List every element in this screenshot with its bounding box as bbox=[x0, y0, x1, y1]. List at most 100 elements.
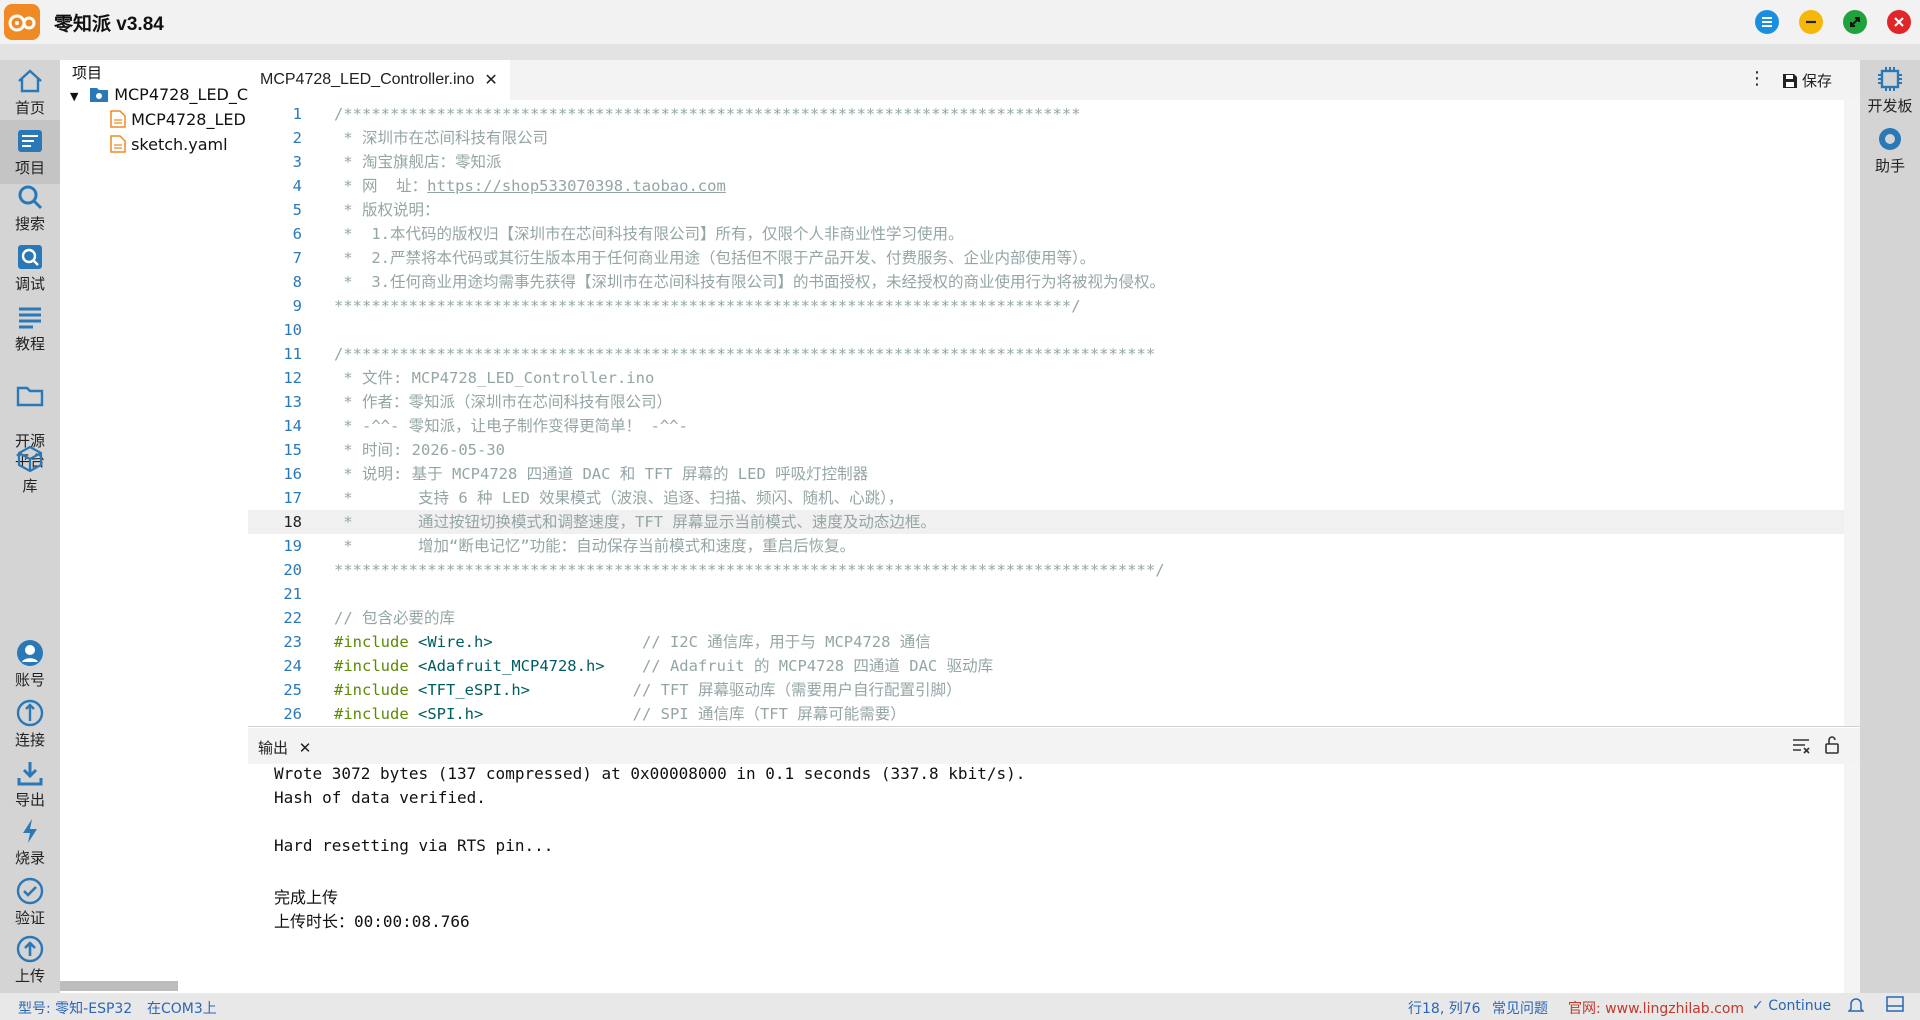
port-status[interactable]: 在COM3上 bbox=[147, 998, 217, 1018]
chevron-down-icon[interactable]: ▼ bbox=[70, 90, 84, 103]
code-token: ****************************************… bbox=[334, 561, 1165, 579]
folder-icon bbox=[90, 88, 109, 102]
nav-board[interactable]: 开发板 bbox=[1860, 64, 1920, 116]
website-link[interactable]: 官网: www.lingzhilab.com bbox=[1568, 998, 1744, 1018]
line-number: 4 bbox=[292, 177, 302, 195]
code-text: * 说明: 基于 MCP4728 四通道 DAC 和 TFT 屏幕的 LED 呼… bbox=[334, 462, 868, 486]
nav-account[interactable]: 账号 bbox=[0, 638, 60, 690]
panel-toggle-icon[interactable] bbox=[1886, 996, 1904, 1016]
line-number: 8 bbox=[292, 273, 302, 291]
line-number: 22 bbox=[283, 609, 302, 627]
code-line[interactable]: 22 // 包含必要的库 bbox=[248, 606, 1844, 630]
code-line[interactable]: 25 #include <TFT_eSPI.h> // TFT 屏幕驱动库（需要用… bbox=[248, 678, 1844, 702]
close-icon[interactable]: ✕ bbox=[484, 70, 497, 90]
code-line[interactable]: 18 * 通过按钮切换模式和调整速度，TFT 屏幕显示当前模式、速度及动态边框。 bbox=[248, 510, 1844, 534]
save-button[interactable]: 保存 bbox=[1782, 70, 1832, 91]
board-model[interactable]: 型号: 零知-ESP32 bbox=[18, 998, 132, 1018]
tree-folder[interactable]: ▼ MCP4728_LED_C bbox=[70, 85, 248, 104]
code-token: // SPI 通信库（TFT 屏幕可能需要） bbox=[483, 705, 906, 723]
code-token: * -^^- 零知派，让电子制作变得更简单！ -^^- bbox=[334, 417, 688, 435]
nav-project[interactable]: 项目 bbox=[0, 120, 60, 184]
editor-scrollbar[interactable] bbox=[1844, 100, 1860, 726]
code-line[interactable]: 26 #include <SPI.h> // SPI 通信库（TFT 屏幕可能需要… bbox=[248, 702, 1844, 726]
line-number: 19 bbox=[283, 537, 302, 555]
code-line[interactable]: 6 * 1.本代码的版权归【深圳市在芯间科技有限公司】所有，仅限个人非商业性学习… bbox=[248, 222, 1844, 246]
nav-search[interactable]: 搜索 bbox=[0, 182, 60, 234]
code-line[interactable]: 20 **************************************… bbox=[248, 558, 1844, 582]
code-editor[interactable]: 1 /**************************************… bbox=[248, 100, 1860, 727]
continue-status[interactable]: ✓ Continue bbox=[1752, 998, 1831, 1014]
nav-library[interactable]: 库 bbox=[0, 444, 60, 496]
nav-verify[interactable]: 验证 bbox=[0, 876, 60, 928]
clear-output-icon[interactable] bbox=[1792, 736, 1810, 758]
code-text: #include <Adafruit_MCP4728.h> // Adafrui… bbox=[334, 654, 993, 678]
code-line[interactable]: 10 bbox=[248, 318, 1844, 342]
account-icon bbox=[17, 640, 43, 666]
code-line[interactable]: 11 /*************************************… bbox=[248, 342, 1844, 366]
code-text: * -^^- 零知派，让电子制作变得更简单！ -^^- bbox=[334, 414, 688, 438]
more-menu-icon[interactable]: ⋮ bbox=[1748, 68, 1766, 89]
output-tab[interactable]: 输出 ✕ bbox=[258, 737, 311, 758]
faq-link[interactable]: 常见问题 bbox=[1492, 998, 1548, 1018]
line-number: 11 bbox=[283, 345, 302, 363]
code-line[interactable]: 12 * 文件: MCP4728_LED_Controller.ino bbox=[248, 366, 1844, 390]
explorer-scrollbar[interactable] bbox=[60, 981, 178, 991]
nav-home[interactable]: 首页 bbox=[0, 66, 60, 118]
code-line[interactable]: 14 * -^^- 零知派，让电子制作变得更简单！ -^^- bbox=[248, 414, 1844, 438]
nav-export[interactable]: 导出 bbox=[0, 758, 60, 810]
editor-tab[interactable]: MCP4728_LED_Controller.ino ✕ bbox=[248, 60, 510, 100]
cube-icon bbox=[17, 445, 43, 473]
close-button[interactable] bbox=[1887, 10, 1911, 34]
code-token: * 支持 6 种 LED 效果模式（波浪、追逐、扫描、频闪、随机、心跳）， bbox=[334, 489, 904, 507]
output-panel[interactable]: Wrote 3072 bytes (137 compressed) at 0x0… bbox=[248, 764, 1844, 993]
code-token: // Adafruit 的 MCP4728 四通道 DAC 驱动库 bbox=[604, 657, 994, 675]
save-icon bbox=[1783, 73, 1797, 88]
nav-assistant[interactable]: 助手 bbox=[1860, 124, 1920, 176]
code-line[interactable]: 7 * 2.严禁将本代码或其衍生版本用于任何商业用途（包括但不限于产品开发、付费… bbox=[248, 246, 1844, 270]
right-bar: 开发板 助手 bbox=[1860, 60, 1920, 993]
code-line[interactable]: 3 * 淘宝旗舰店：零知派 bbox=[248, 150, 1844, 174]
cursor-position[interactable]: 行18, 列76 bbox=[1408, 998, 1481, 1018]
code-token: * 通过按钮切换模式和调整速度，TFT 屏幕显示当前模式、速度及动态边框。 bbox=[334, 513, 936, 531]
output-scrollbar[interactable] bbox=[1844, 764, 1860, 993]
code-line[interactable]: 23 #include <Wire.h> // I2C 通信库，用于与 MCP47… bbox=[248, 630, 1844, 654]
code-line[interactable]: 5 * 版权说明： bbox=[248, 198, 1844, 222]
nav-upload[interactable]: 上传 bbox=[0, 934, 60, 986]
nav-connect[interactable]: 连接 bbox=[0, 698, 60, 750]
code-line[interactable]: 19 * 增加“断电记忆”功能：自动保存当前模式和速度，重启后恢复。 bbox=[248, 534, 1844, 558]
code-text: * 淘宝旗舰店：零知派 bbox=[334, 150, 501, 174]
unlock-icon[interactable] bbox=[1824, 735, 1840, 759]
nav-tutorial[interactable]: 教程 bbox=[0, 302, 60, 354]
line-number: 18 bbox=[283, 513, 302, 531]
menu-icon[interactable] bbox=[1755, 10, 1779, 34]
code-token: <Wire.h> bbox=[418, 633, 493, 651]
editor-tab-bar: MCP4728_LED_Controller.ino ✕ ⋮ 保存 bbox=[248, 60, 1860, 101]
maximize-button[interactable] bbox=[1843, 10, 1867, 34]
code-line[interactable]: 21 bbox=[248, 582, 1844, 606]
close-icon[interactable]: ✕ bbox=[299, 739, 312, 757]
code-line[interactable]: 27 #include <Preferences.h> // ESP32 非易失性… bbox=[248, 726, 1844, 727]
line-number: 25 bbox=[283, 681, 302, 699]
code-line[interactable]: 2 * 深圳市在芯间科技有限公司 bbox=[248, 126, 1844, 150]
code-line[interactable]: 15 * 时间: 2026-05-30 bbox=[248, 438, 1844, 462]
tree-file[interactable]: sketch.yaml bbox=[110, 135, 228, 154]
code-text: ****************************************… bbox=[334, 558, 1165, 582]
code-line[interactable]: 9 ***************************************… bbox=[248, 294, 1844, 318]
code-line[interactable]: 1 /**************************************… bbox=[248, 102, 1844, 126]
code-line[interactable]: 24 #include <Adafruit_MCP4728.h> // Adafr… bbox=[248, 654, 1844, 678]
code-line[interactable]: 13 * 作者：零知派（深圳市在芯间科技有限公司） bbox=[248, 390, 1844, 414]
code-token: https://shop533070398.taobao.com bbox=[427, 177, 726, 195]
tree-file[interactable]: MCP4728_LED bbox=[110, 110, 246, 129]
code-token: #include bbox=[334, 705, 418, 723]
code-line[interactable]: 8 * 3.任何商业用途均需事先获得【深圳市在芯间科技有限公司】的书面授权，未经… bbox=[248, 270, 1844, 294]
nav-debug[interactable]: 调试 bbox=[0, 242, 60, 294]
code-line[interactable]: 4 * 网 址：https://shop533070398.taobao.com bbox=[248, 174, 1844, 198]
folder-icon bbox=[16, 386, 44, 407]
minimize-button[interactable] bbox=[1799, 10, 1823, 34]
line-number: 14 bbox=[283, 417, 302, 435]
nav-assistant-label: 助手 bbox=[1874, 157, 1905, 175]
code-line[interactable]: 16 * 说明: 基于 MCP4728 四通道 DAC 和 TFT 屏幕的 LE… bbox=[248, 462, 1844, 486]
nav-burn[interactable]: 烧录 bbox=[0, 816, 60, 868]
bell-icon[interactable] bbox=[1847, 996, 1865, 1018]
code-line[interactable]: 17 * 支持 6 种 LED 效果模式（波浪、追逐、扫描、频闪、随机、心跳）， bbox=[248, 486, 1844, 510]
